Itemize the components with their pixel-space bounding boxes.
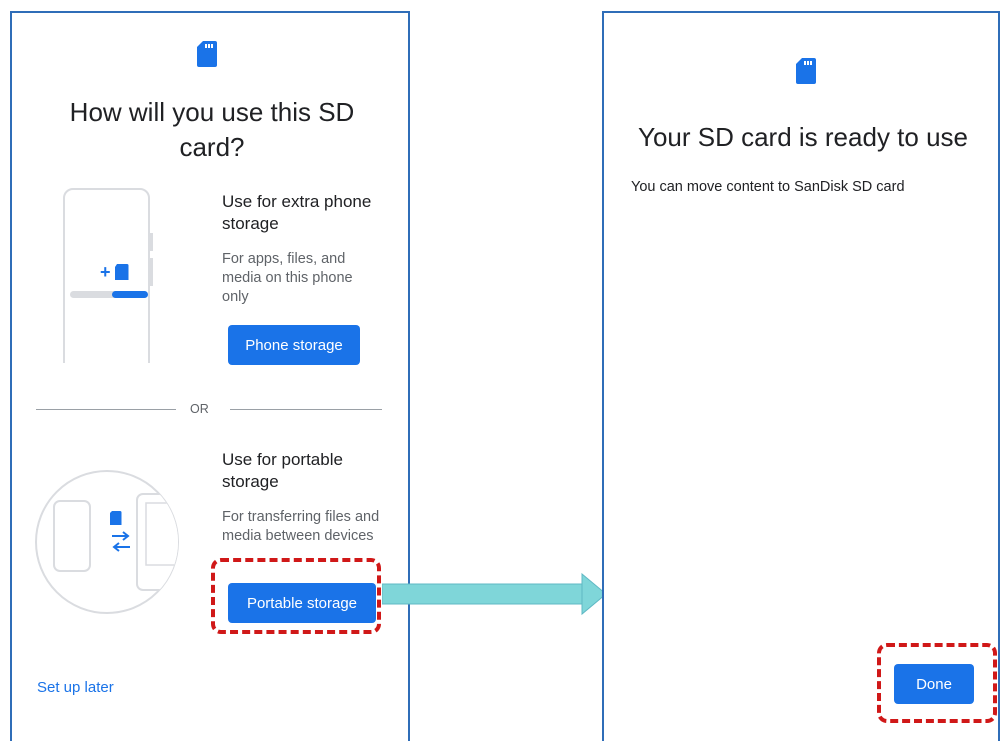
phone-option-description: For apps, files, and media on this phone… [222,251,353,305]
sd-card-icon [796,58,816,84]
page-title: Your SD card is ready to use [638,122,968,152]
phone-storage-button[interactable]: Phone storage [228,325,360,365]
highlight-done [877,643,997,723]
arrow-right [381,572,608,616]
phone-storage-illustration: + [62,188,162,363]
portable-option-description: For transferring files and media between… [222,509,380,544]
set-up-later-link[interactable]: Set up later [37,679,114,696]
divider-right [230,409,382,410]
sd-card-icon [197,41,217,67]
ready-message: You can move content to SanDisk SD card [631,179,905,195]
highlight-portable-storage [211,558,381,634]
setup-screen-ready: Your SD card is ready to use You can mov… [602,11,1000,741]
portable-storage-illustration [34,469,180,615]
portable-option-title: Use for portable storage [222,450,343,491]
page-title: How will you use this SD card? [69,97,355,162]
svg-text:+: + [100,262,111,282]
divider-left [36,409,176,410]
phone-option-title: Use for extra phone storage [222,192,372,233]
divider-or-label: OR [190,402,209,416]
